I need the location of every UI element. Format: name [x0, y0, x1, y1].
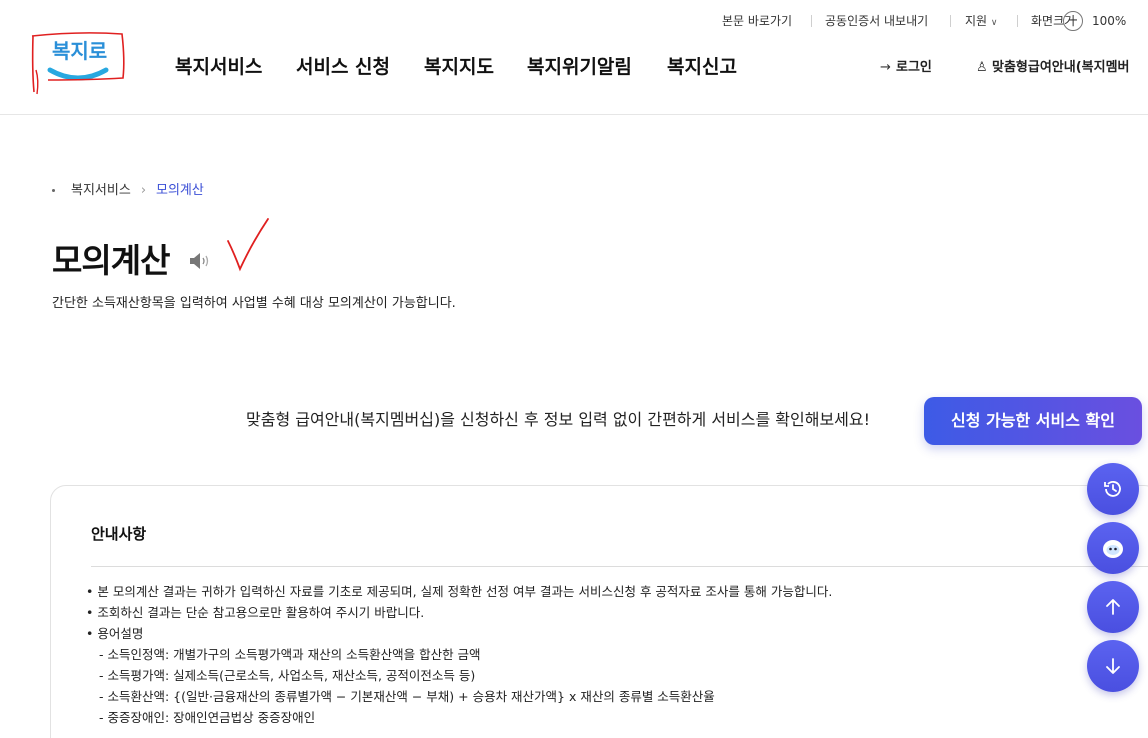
breadcrumb-parent[interactable]: 복지서비스	[71, 183, 131, 198]
term-item: - 소득환산액: {(일반·금융재산의 종류별가액 − 기본재산액 − 부채) …	[99, 689, 715, 704]
history-button[interactable]	[1087, 463, 1139, 515]
scroll-top-button[interactable]	[1087, 581, 1139, 633]
divider	[1017, 15, 1018, 27]
header-divider	[0, 114, 1148, 115]
notice-item: • 용어설명	[86, 626, 144, 641]
gnb-welfare-map[interactable]: 복지지도	[424, 52, 494, 82]
chatbot-button[interactable]	[1087, 522, 1139, 574]
gnb-welfare-crisis-alert[interactable]: 복지위기알림	[527, 52, 632, 82]
term-item: - 소득평가액: 실제소득(근로소득, 사업소득, 재산소득, 공적이전소득 등…	[99, 668, 476, 683]
arrow-up-icon	[1106, 599, 1120, 615]
term-item: - 소득인정액: 개별가구의 소득평가액과 재산의 소득환산액을 합산한 금액	[99, 647, 481, 662]
page-title: 모의계산	[52, 241, 170, 280]
divider	[950, 15, 951, 27]
history-icon	[1104, 481, 1121, 497]
term-item: - 중증장애인: 장애인연금법상 중증장애인	[99, 710, 316, 725]
notice-divider	[91, 566, 1148, 567]
divider	[811, 15, 812, 27]
support-label: 지원	[965, 14, 988, 28]
zoom-out-button[interactable]: −	[1063, 11, 1083, 31]
logo[interactable]: 복지로	[30, 30, 126, 98]
membership-label: 맞춤형급여안내(복지멤버	[992, 60, 1130, 75]
notice-list: • 본 모의계산 결과는 귀하가 입력하신 자료를 기초로 제공되며, 실제 정…	[86, 581, 832, 728]
scroll-bottom-button[interactable]	[1087, 640, 1139, 692]
home-dot-icon	[52, 189, 55, 192]
login-icon: →	[880, 60, 891, 75]
notice-item: • 본 모의계산 결과는 귀하가 입력하신 자료를 기초로 제공되며, 실제 정…	[86, 584, 833, 599]
support-menu[interactable]: 지원 ∨	[965, 10, 998, 34]
gnb-welfare-services[interactable]: 복지서비스	[175, 52, 262, 82]
speaker-icon[interactable]	[188, 250, 214, 272]
arrow-down-icon	[1106, 658, 1120, 674]
person-add-icon: ♙	[976, 60, 988, 75]
chatbot-icon	[1103, 540, 1123, 558]
gnb-welfare-report[interactable]: 복지신고	[667, 52, 737, 82]
cert-export-link[interactable]: 공동인증서 내보내기	[825, 10, 928, 32]
logo-image: 복지로	[31, 32, 125, 95]
breadcrumb-current: 모의계산	[156, 183, 204, 198]
gnb-service-apply[interactable]: 서비스 신청	[296, 52, 390, 82]
utility-bar: 본문 바로가기 공동인증서 내보내기 지원 ∨ 화면크기 − 100%	[0, 10, 1148, 32]
membership-link[interactable]: ♙ 맞춤형급여안내(복지멤버	[976, 57, 1130, 79]
zoom-level: 100%	[1092, 14, 1127, 28]
login-link[interactable]: → 로그인	[880, 57, 932, 79]
chevron-right-icon: ›	[140, 183, 147, 198]
skip-to-content-link[interactable]: 본문 바로가기	[722, 10, 792, 32]
membership-promo-text: 맞춤형 급여안내(복지멤버십)을 신청하신 후 정보 입력 없이 간편하게 서비…	[246, 410, 871, 429]
login-label: 로그인	[896, 60, 932, 75]
notice-item: • 조회하신 결과는 단순 참고용으로만 활용하여 주시기 바랍니다.	[86, 605, 425, 620]
page-description: 간단한 소득재산항목을 입력하여 사업별 수혜 대상 모의계산이 가능합니다.	[52, 296, 456, 311]
check-available-services-button[interactable]: 신청 가능한 서비스 확인	[924, 397, 1142, 445]
red-checkmark-annotation	[227, 218, 269, 272]
logo-text: 복지로	[52, 39, 107, 63]
breadcrumb: 복지서비스 › 모의계산	[52, 181, 204, 201]
chevron-down-icon: ∨	[990, 18, 998, 28]
notice-title: 안내사항	[91, 525, 147, 543]
